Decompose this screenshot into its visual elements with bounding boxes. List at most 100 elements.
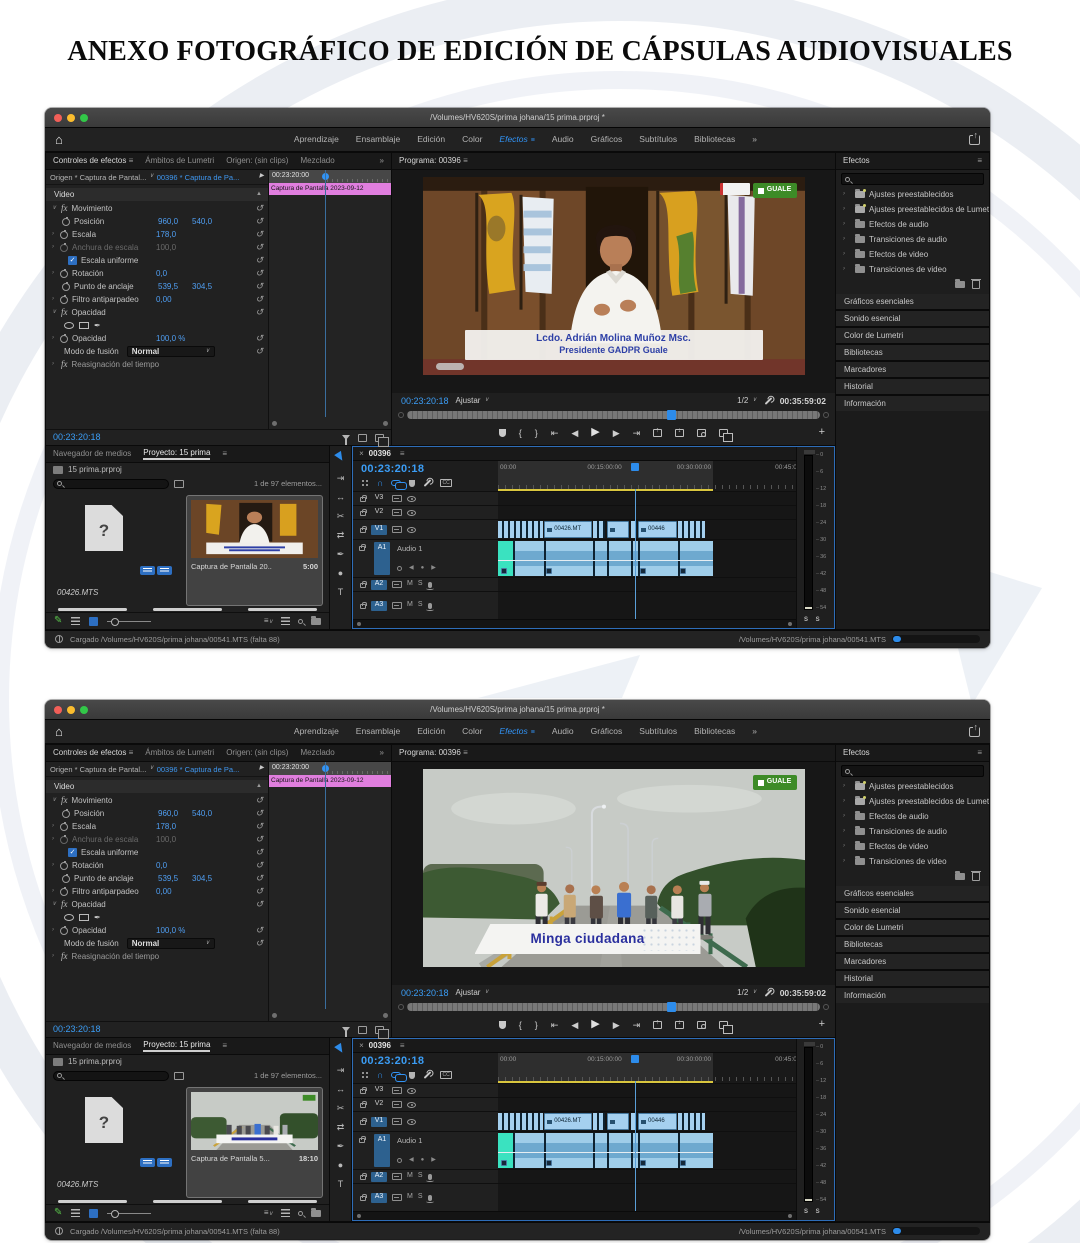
lift-icon[interactable]	[653, 1021, 662, 1029]
effects-search-input[interactable]	[841, 765, 984, 777]
video-section-header[interactable]: Video▲	[46, 188, 268, 201]
mute-button[interactable]: M	[407, 1172, 413, 1180]
track-select-tool-icon[interactable]: ⇥	[337, 1065, 345, 1076]
posicion-x-value[interactable]: 960,0	[158, 217, 178, 227]
export-share-icon[interactable]	[969, 727, 980, 737]
stopwatch-icon[interactable]	[60, 270, 68, 278]
escala-value[interactable]: 178,0	[156, 230, 176, 240]
ellipse-mask-icon[interactable]	[64, 914, 74, 921]
panel-tab-color-de-lumetri[interactable]: Color de Lumetri	[836, 920, 989, 935]
new-bin-icon[interactable]	[311, 1210, 321, 1217]
lock-icon[interactable]	[360, 583, 366, 588]
source-clip-dropdown[interactable]: Origen * Captura de Pantal...	[50, 173, 146, 182]
type-tool-icon[interactable]: T	[338, 1179, 344, 1190]
program-video-frame[interactable]: GUALE Lcdo. Adrián Molina Muñoz Msc. Pre…	[423, 177, 805, 375]
fx-badge[interactable]	[546, 1160, 552, 1166]
filter-properties-icon[interactable]	[342, 1027, 350, 1032]
fx-movimiento-row[interactable]: ∨fxMovimiento↺	[46, 202, 268, 215]
reset-icon[interactable]: ↺	[255, 874, 263, 883]
escala-uniforme-checkbox[interactable]: ✓	[68, 256, 77, 265]
project-item-selected[interactable]: Captura de Pantalla 20.. 5:00	[187, 496, 322, 605]
lock-icon[interactable]	[360, 511, 366, 516]
panel-tab-sonido-esencial[interactable]: Sonido esencial	[836, 311, 989, 326]
timeline-settings-icon[interactable]	[424, 1071, 432, 1079]
export-share-icon[interactable]	[969, 135, 980, 145]
video-clips[interactable]	[631, 521, 637, 538]
panel-menu-icon[interactable]: ≡	[222, 1041, 227, 1051]
time-ruler[interactable]: 00:00 00:15:00:00 00:30:00:00 00:45:0	[498, 461, 796, 491]
reset-icon[interactable]: ↺	[255, 848, 263, 857]
video-clips[interactable]	[678, 1113, 705, 1130]
icon-view-icon[interactable]	[89, 617, 98, 626]
source-patch-icon[interactable]	[392, 526, 402, 533]
workspace-tab-bibliotecas[interactable]: Bibliotecas	[694, 134, 735, 144]
video-clips[interactable]	[631, 1113, 637, 1130]
tree-item-efectos-audio[interactable]: ›Efectos de audio	[836, 809, 989, 824]
workspace-tab-graficos[interactable]: Gráficos	[591, 134, 623, 144]
effect-controls-timecode[interactable]: 00:23:20:18	[53, 432, 101, 443]
lock-icon[interactable]	[359, 546, 365, 551]
video-section-header[interactable]: Video▲	[46, 780, 268, 793]
mark-in-icon[interactable]: {	[519, 1020, 522, 1031]
tab-efectos[interactable]: Efectos	[843, 156, 870, 166]
program-scrub-bar[interactable]	[392, 409, 835, 421]
stopwatch-icon[interactable]	[60, 296, 68, 304]
timeline-horizontal-scrollbar[interactable]	[353, 619, 796, 628]
razor-tool-icon[interactable]: ✂	[337, 1103, 345, 1114]
reset-icon[interactable]: ↺	[255, 861, 263, 870]
solo-buttons[interactable]: S S	[804, 1209, 823, 1216]
go-to-in-icon[interactable]: ⇤	[551, 428, 559, 439]
source-patch-icon[interactable]	[392, 1101, 402, 1108]
workspace-overflow-button[interactable]: »	[752, 134, 757, 144]
collapse-icon[interactable]: ▲	[256, 783, 262, 790]
panel-tab-graficos-esenciales[interactable]: Gráficos esenciales	[836, 294, 989, 309]
playhead-icon[interactable]	[667, 410, 676, 420]
pen-tool-icon[interactable]: ✒	[337, 549, 345, 560]
workspace-tab-edicion[interactable]: Edición	[417, 134, 445, 144]
video-clips[interactable]	[593, 1113, 605, 1130]
reset-icon[interactable]: ↺	[255, 230, 263, 239]
opacidad-value[interactable]: 100,0 %	[156, 334, 185, 344]
prev-keyframe-icon[interactable]: ◀	[409, 1157, 414, 1164]
panel-menu-icon[interactable]: ≡	[977, 156, 982, 166]
track-label[interactable]: V3	[371, 1086, 387, 1096]
rotacion-value[interactable]: 0,0	[156, 269, 167, 279]
comparison-view-icon[interactable]	[719, 1021, 728, 1029]
video-clip[interactable]: 00426.MT	[544, 1113, 592, 1130]
stopwatch-icon[interactable]	[60, 823, 68, 831]
automate-icon[interactable]	[281, 1209, 290, 1217]
ripple-edit-tool-icon[interactable]: ↔	[336, 492, 345, 503]
fx-badge[interactable]	[680, 568, 686, 574]
tree-item-ajustes-preestablecidos[interactable]: ›Ajustes preestablecidos	[836, 187, 989, 202]
anclaje-y-value[interactable]: 304,5	[192, 874, 212, 884]
reasignacion-tiempo-row[interactable]: ›fxReasignación del tiempo	[46, 358, 268, 371]
delete-icon[interactable]	[972, 872, 980, 881]
project-search-input[interactable]	[53, 479, 169, 489]
stopwatch-icon[interactable]	[60, 927, 68, 935]
resolution-dropdown[interactable]: 1/2∨	[737, 988, 757, 998]
keyframe-type-icon[interactable]	[397, 566, 402, 571]
track-label[interactable]: A2	[371, 1172, 387, 1182]
workspace-overflow-button[interactable]: »	[752, 726, 757, 736]
workspace-tab-efectos[interactable]: Efectos≡	[499, 134, 534, 145]
workspace-tab-audio[interactable]: Audio	[552, 726, 574, 736]
clip-thumbnail[interactable]	[191, 1092, 318, 1150]
timeline-settings-icon[interactable]	[424, 479, 432, 487]
playhead-icon[interactable]	[631, 1055, 639, 1063]
next-keyframe-icon[interactable]: ▶	[431, 565, 436, 572]
nest-icon[interactable]	[361, 1071, 369, 1079]
track-label[interactable]: A1	[374, 1134, 390, 1167]
filter-properties-icon[interactable]	[342, 435, 350, 440]
button-editor-icon[interactable]: +	[819, 426, 825, 439]
tree-item-efectos-audio[interactable]: ›Efectos de audio	[836, 217, 989, 232]
posicion-y-value[interactable]: 540,0	[192, 217, 212, 227]
bin-icon[interactable]	[174, 480, 184, 488]
stopwatch-icon[interactable]	[62, 283, 70, 291]
program-timecode[interactable]: 00:23:20:18	[401, 988, 449, 999]
sequence-tab[interactable]: 00396	[369, 449, 391, 459]
lock-icon[interactable]	[360, 1196, 366, 1201]
snap-icon[interactable]: ∩	[377, 1071, 383, 1079]
lock-icon[interactable]	[360, 1120, 366, 1125]
lift-icon[interactable]	[653, 429, 662, 437]
mic-icon[interactable]	[428, 582, 432, 588]
